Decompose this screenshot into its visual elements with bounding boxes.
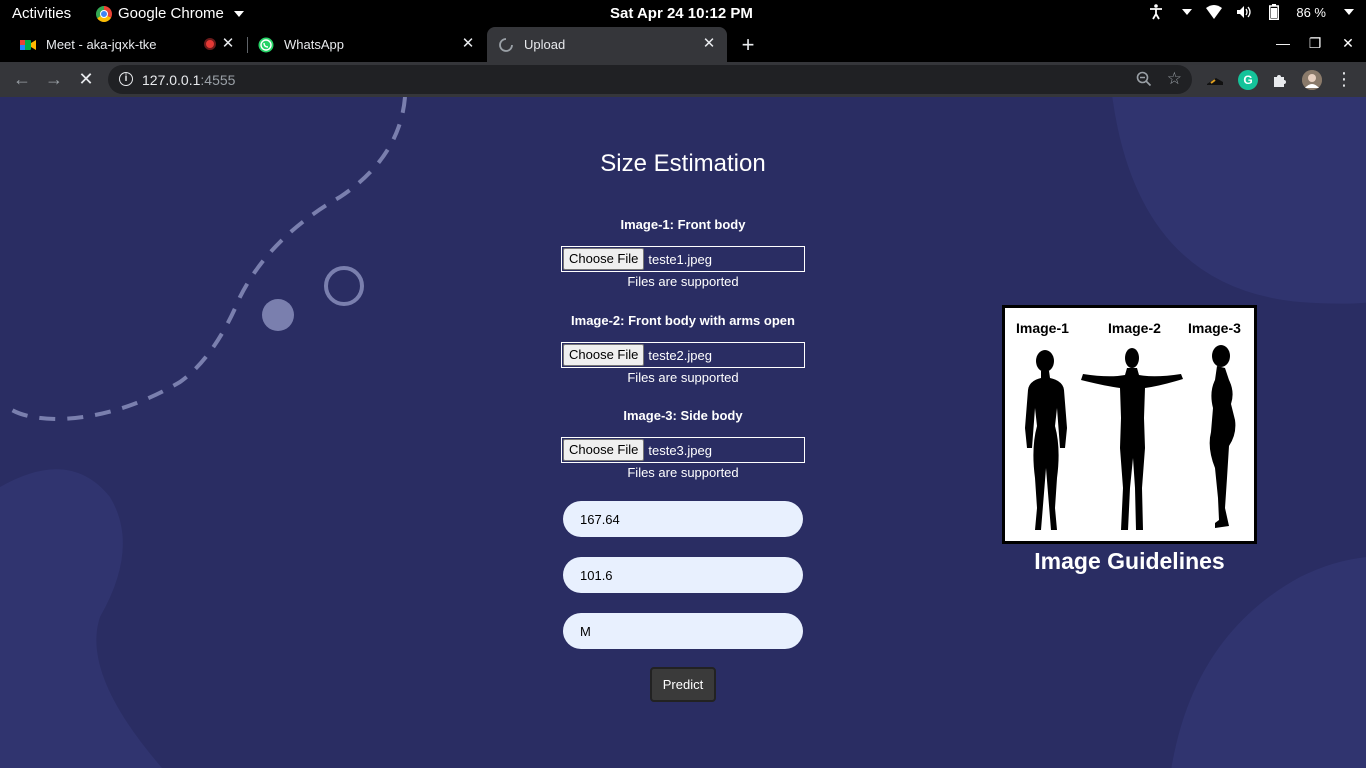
- back-button[interactable]: ←: [11, 69, 33, 91]
- battery-icon[interactable]: [1266, 4, 1282, 20]
- minimize-button[interactable]: —: [1273, 35, 1293, 51]
- tab-divider: [247, 37, 248, 53]
- system-tray[interactable]: 86 %: [1148, 4, 1354, 20]
- choose-file-button[interactable]: Choose File: [563, 439, 645, 461]
- caret-down-icon: [233, 10, 244, 17]
- app-menu[interactable]: Google Chrome: [96, 5, 244, 22]
- caret-down-icon[interactable]: [1344, 9, 1354, 15]
- zoom-icon[interactable]: [1136, 71, 1152, 90]
- loading-spinner-icon: [499, 37, 513, 52]
- choose-file-button[interactable]: Choose File: [563, 344, 645, 366]
- image-guidelines-picture: Image-1 Image-2 Image-3: [1002, 305, 1257, 544]
- caret-down-icon[interactable]: [1182, 9, 1193, 15]
- side-body-silhouette: [1209, 345, 1236, 528]
- close-window-button[interactable]: ✕: [1338, 35, 1358, 52]
- image-1-file-input[interactable]: Choose File teste1.jpeg: [561, 246, 805, 272]
- page-content: Size Estimation Image-1: Front body Choo…: [0, 97, 1366, 768]
- activities-button[interactable]: Activities: [12, 5, 71, 22]
- tab-meet[interactable]: Meet - aka-jqxk-tke ✕: [20, 27, 246, 62]
- tab-title: Meet - aka-jqxk-tke: [46, 37, 157, 52]
- bookmark-star-icon[interactable]: ☆: [1167, 69, 1182, 89]
- tab-title: Upload: [524, 37, 566, 52]
- volume-icon[interactable]: [1236, 4, 1252, 20]
- predict-button[interactable]: Predict: [650, 667, 716, 702]
- extension-icon[interactable]: [1205, 70, 1225, 90]
- page-title: Size Estimation: [600, 150, 766, 177]
- image-1-label: Image-1: Front body: [620, 217, 746, 232]
- tab-whatsapp[interactable]: WhatsApp ✕: [258, 27, 486, 62]
- browser-toolbar: ← → ✕ i 127.0.0.1:4555 ☆ G ⋮: [0, 62, 1366, 97]
- system-top-bar: Activities Google Chrome Sat Apr 24 10:1…: [0, 0, 1366, 27]
- close-icon[interactable]: ✕: [460, 36, 476, 52]
- whatsapp-icon: [258, 37, 274, 52]
- chrome-icon: [96, 5, 112, 22]
- recording-icon: [204, 38, 216, 50]
- body-silhouettes: [1025, 345, 1236, 530]
- choose-file-button[interactable]: Choose File: [563, 248, 645, 270]
- new-tab-button[interactable]: +: [737, 34, 759, 57]
- app-menu-label: Google Chrome: [118, 5, 224, 22]
- close-icon[interactable]: ✕: [220, 36, 236, 52]
- restore-button[interactable]: ❐: [1305, 35, 1325, 52]
- tab-title: WhatsApp: [284, 37, 344, 52]
- more-menu-icon[interactable]: ⋮: [1333, 69, 1355, 91]
- address-bar[interactable]: i 127.0.0.1:4555 ☆: [108, 65, 1192, 94]
- image-guidelines-title: Image Guidelines: [1034, 548, 1225, 574]
- selected-file-name: teste3.jpeg: [648, 442, 712, 458]
- image-1-hint: Files are supported: [627, 274, 739, 289]
- clock[interactable]: Sat Apr 24 10:12 PM: [610, 5, 753, 22]
- info-icon[interactable]: i: [119, 72, 133, 86]
- battery-percent: 86 %: [1296, 4, 1326, 20]
- arms-open-silhouette: [1081, 348, 1183, 530]
- close-icon[interactable]: ✕: [701, 36, 717, 52]
- tab-strip: Meet - aka-jqxk-tke ✕ WhatsApp ✕ Upload …: [0, 27, 1366, 62]
- profile-avatar[interactable]: [1302, 70, 1322, 90]
- tab-upload[interactable]: Upload ✕: [487, 27, 727, 62]
- stop-loading-button[interactable]: ✕: [75, 69, 97, 91]
- url-text[interactable]: 127.0.0.1:4555: [142, 72, 235, 88]
- gender-field[interactable]: M: [563, 613, 803, 649]
- wifi-icon[interactable]: [1206, 4, 1223, 20]
- weight-field[interactable]: 101.6: [563, 557, 803, 593]
- meet-icon: [20, 39, 36, 50]
- image-3-file-input[interactable]: Choose File teste3.jpeg: [561, 437, 805, 463]
- front-body-silhouette: [1025, 350, 1067, 530]
- image-2-file-input[interactable]: Choose File teste2.jpeg: [561, 342, 805, 368]
- forward-button[interactable]: →: [43, 69, 65, 91]
- height-field[interactable]: 167.64: [563, 501, 803, 537]
- accessibility-icon[interactable]: [1148, 4, 1164, 20]
- selected-file-name: teste2.jpeg: [648, 347, 712, 363]
- puzzle-extensions-icon[interactable]: [1270, 70, 1290, 90]
- grammarly-icon[interactable]: G: [1238, 70, 1258, 90]
- selected-file-name: teste1.jpeg: [648, 251, 712, 267]
